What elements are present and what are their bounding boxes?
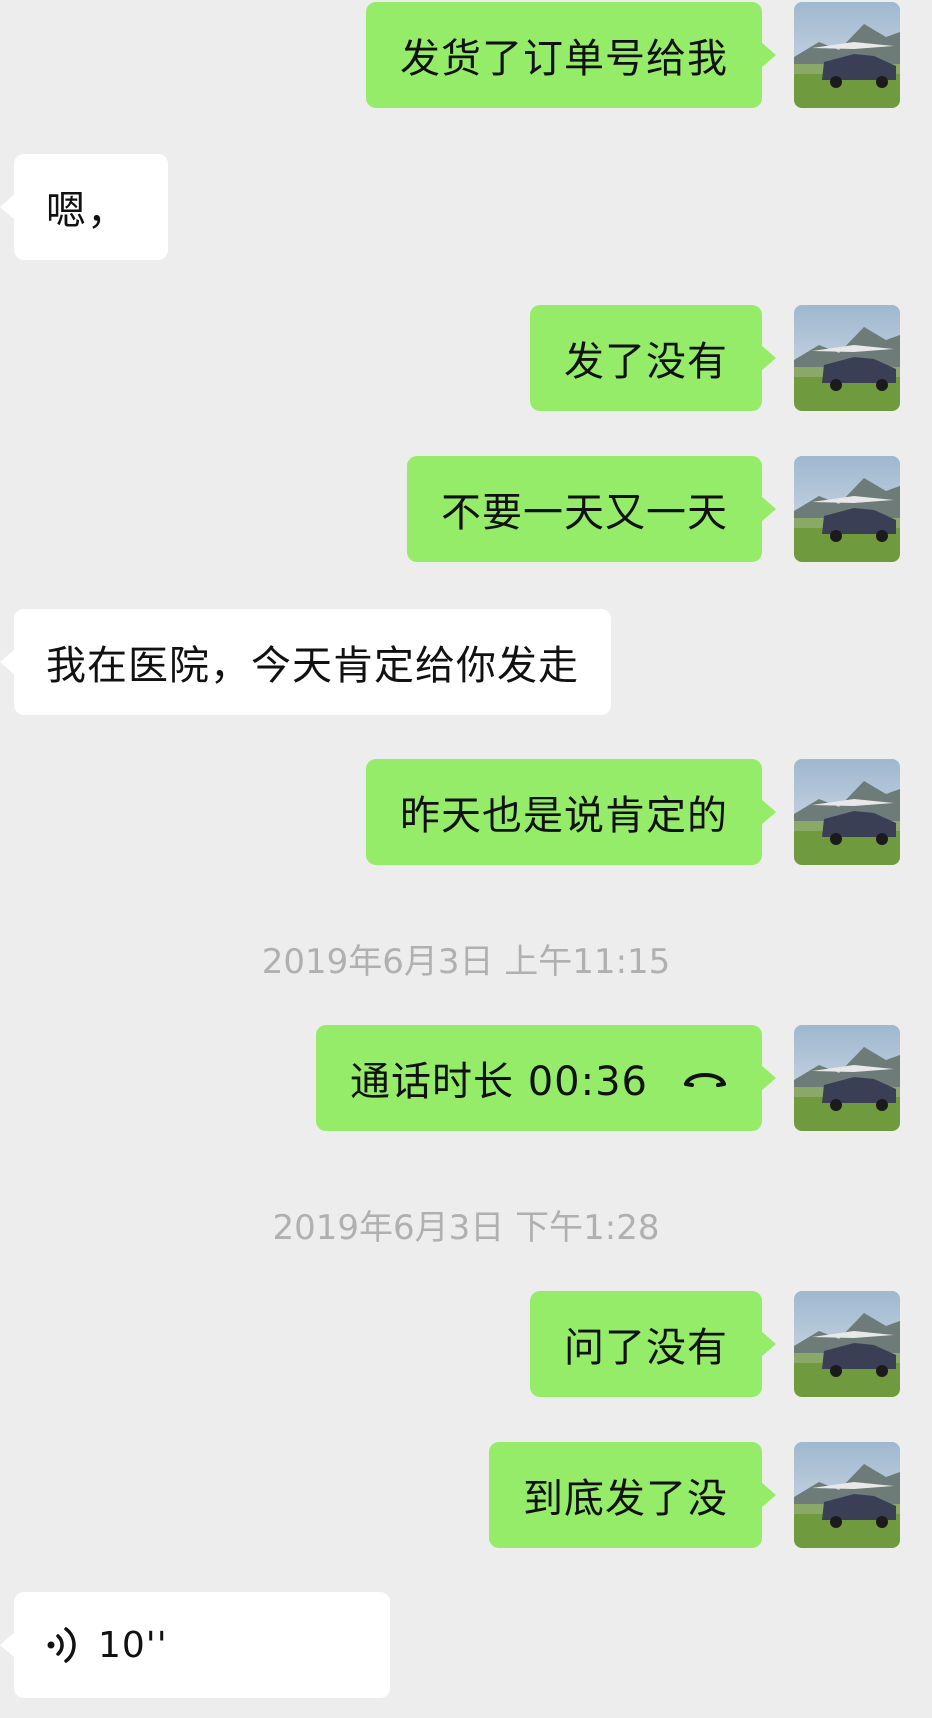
message-bubble-outgoing[interactable]: 到底发了没 [489, 1442, 776, 1548]
car-avatar-image [794, 1025, 900, 1131]
phone-hangup-icon [682, 1066, 728, 1090]
avatar[interactable] [794, 1025, 900, 1131]
message-text: 昨天也是说肯定的 [400, 793, 728, 839]
car-avatar-image [794, 759, 900, 865]
voice-wave-icon [46, 1625, 80, 1665]
message-text: 不要一天又一天 [441, 490, 728, 536]
message-bubble-outgoing[interactable]: 发了没有 [530, 305, 776, 411]
message-bubble-incoming[interactable]: 我在医院，今天肯定给你发走 [0, 609, 611, 715]
timestamp: 2019年6月3日 上午11:15 [261, 942, 671, 982]
message-bubble-outgoing[interactable]: 问了没有 [530, 1291, 776, 1397]
timestamp: 2019年6月3日 下午1:28 [272, 1208, 660, 1248]
message-bubble-outgoing[interactable]: 发货了订单号给我 [366, 2, 776, 108]
call-record-bubble[interactable]: 通话时长 00:36 [316, 1025, 776, 1131]
message-text: 发了没有 [564, 339, 728, 385]
avatar[interactable] [794, 759, 900, 865]
message-bubble-outgoing[interactable]: 不要一天又一天 [407, 456, 776, 562]
message-bubble-outgoing[interactable]: 昨天也是说肯定的 [366, 759, 776, 865]
message-text: 到底发了没 [523, 1476, 728, 1522]
voice-duration: 10'' [98, 1624, 168, 1666]
message-bubble-incoming[interactable]: 嗯， [0, 154, 168, 260]
car-avatar-image [794, 1291, 900, 1397]
car-avatar-image [794, 305, 900, 411]
chat-message-list[interactable]: 发货了订单号给我 嗯， 发了没有 不要一天又一天 我在医院，今天肯定给你发走 昨… [0, 0, 932, 1718]
message-text: 嗯， [46, 188, 128, 234]
voice-message-bubble[interactable]: 10'' [0, 1592, 390, 1698]
message-text: 我在医院，今天肯定给你发走 [46, 643, 579, 689]
car-avatar-image [794, 456, 900, 562]
car-avatar-image [794, 2, 900, 108]
avatar[interactable] [794, 2, 900, 108]
avatar[interactable] [794, 456, 900, 562]
message-text: 问了没有 [564, 1325, 728, 1371]
message-text: 发货了订单号给我 [400, 36, 728, 82]
avatar[interactable] [794, 1291, 900, 1397]
avatar[interactable] [794, 305, 900, 411]
car-avatar-image [794, 1442, 900, 1548]
avatar[interactable] [794, 1442, 900, 1548]
message-text: 通话时长 00:36 [350, 1059, 648, 1105]
